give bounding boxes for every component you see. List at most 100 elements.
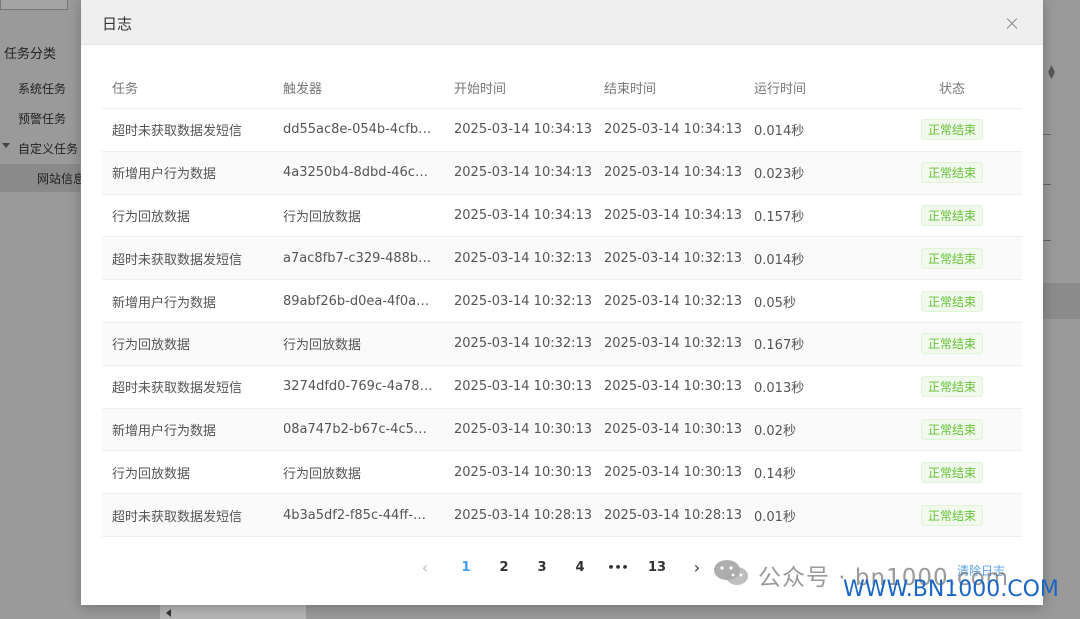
cell-end-time: 2025-03-14 10:28:13 (604, 507, 743, 523)
page-ellipsis[interactable]: ••• (606, 557, 630, 579)
cell-task: 新增用户行为数据 (112, 167, 217, 183)
chevron-right-icon[interactable]: › (687, 557, 707, 579)
cell-end-time: 2025-03-14 10:30:13 (604, 464, 743, 480)
cell-start-time: 2025-03-14 10:32:13 (454, 293, 593, 309)
background-top-box (0, 0, 68, 10)
cell-trigger-text: 4b3a5df2-f85c-44ff-80c... (283, 507, 433, 523)
cell-trigger-text: 89abf26b-d0ea-4f0a-a7... (283, 293, 433, 309)
cell-end-time: 2025-03-14 10:30:13 (604, 379, 743, 395)
wechat-icon (714, 560, 748, 585)
status-badge: 正常结束 (920, 418, 983, 440)
cell-status: 正常结束 (912, 366, 992, 408)
cell-duration: 0.157秒 (754, 209, 805, 225)
page-button-2[interactable]: 2 (494, 557, 514, 579)
page-button-3[interactable]: 3 (532, 557, 552, 579)
page-button-1[interactable]: 1 (456, 557, 476, 579)
cell-start-time: 2025-03-14 10:34:13 (454, 165, 593, 181)
cell-status: 正常结束 (912, 451, 992, 493)
cell-end-time: 2025-03-14 10:34:13 (604, 165, 743, 181)
cell-trigger-text: a7ac8fb7-c329-488b-9... (283, 250, 433, 266)
cell-trigger: 行为回放数据 (283, 451, 433, 493)
cell-end-time: 2025-03-14 10:32:13 (604, 250, 743, 266)
cell-trigger-text: 行为回放数据 (283, 209, 362, 225)
page-button-13[interactable]: 13 (644, 557, 670, 579)
cell-end-time: 2025-03-14 10:34:13 (604, 207, 743, 223)
status-badge: 正常结束 (920, 290, 983, 312)
cell-trigger: 08a747b2-b67c-4c59-8... (283, 409, 433, 451)
background-divider (1043, 134, 1051, 135)
close-icon[interactable] (1001, 13, 1023, 35)
tree-item-system-tasks[interactable]: 系统任务 (18, 80, 66, 97)
status-badge: 正常结束 (920, 333, 983, 355)
cell-status: 正常结束 (912, 152, 992, 194)
column-header-start-time[interactable]: 开始时间 (454, 67, 599, 108)
cell-duration: 0.01秒 (754, 509, 796, 525)
column-header-end-time[interactable]: 结束时间 (604, 67, 749, 108)
horizontal-scrollbar[interactable] (160, 604, 306, 619)
caret-down-icon[interactable] (2, 143, 10, 148)
cell-start-time: 2025-03-14 10:30:13 (454, 379, 593, 395)
log-table: 任务 触发器 开始时间 结束时间 运行时间 状态 超时未获取数据发短信 dd55… (102, 67, 1022, 537)
cell-duration: 0.167秒 (754, 338, 805, 354)
cell-task: 行为回放数据 (112, 338, 191, 354)
cell-task: 新增用户行为数据 (112, 423, 217, 439)
cell-start-time: 2025-03-14 10:32:13 (454, 336, 593, 352)
watermark-url: WWW.BN1000.COM (843, 577, 1059, 602)
status-badge: 正常结束 (920, 376, 983, 398)
tree-item-custom-tasks[interactable]: 自定义任务 (18, 140, 78, 157)
cell-trigger-text: 行为回放数据 (283, 466, 362, 482)
cell-end-time: 2025-03-14 10:30:13 (604, 421, 743, 437)
status-badge: 正常结束 (920, 204, 983, 226)
cell-task: 行为回放数据 (112, 209, 191, 225)
background-divider (1043, 240, 1051, 241)
tree-item-website-info[interactable]: 网站信息 (37, 170, 85, 187)
cell-duration: 0.014秒 (754, 252, 805, 268)
chevron-left-icon[interactable]: ‹ (415, 557, 435, 579)
cell-start-time: 2025-03-14 10:34:13 (454, 122, 593, 138)
log-dialog: 日志 任务 触发器 开始时间 结束时间 运行时间 状态 超时未获取数据发短信 d… (81, 0, 1043, 605)
status-badge: 正常结束 (920, 504, 983, 526)
column-header-duration[interactable]: 运行时间 (754, 67, 854, 108)
cell-task: 超时未获取数据发短信 (112, 252, 243, 268)
cell-duration: 0.013秒 (754, 381, 805, 397)
tree-item-alert-tasks[interactable]: 预警任务 (18, 110, 66, 127)
status-badge: 正常结束 (920, 119, 983, 141)
table-row[interactable]: 行为回放数据 行为回放数据 2025-03-14 10:30:13 2025-0… (102, 451, 1022, 495)
sort-icon[interactable]: ▲ ▼ (1048, 65, 1058, 81)
cell-trigger: 4b3a5df2-f85c-44ff-80c... (283, 494, 433, 536)
cell-duration: 0.014秒 (754, 124, 805, 140)
table-row[interactable]: 行为回放数据 行为回放数据 2025-03-14 10:32:13 2025-0… (102, 322, 1022, 366)
page-button-4[interactable]: 4 (570, 557, 590, 579)
cell-status: 正常结束 (912, 195, 992, 237)
scroll-left-icon[interactable] (166, 609, 171, 617)
column-header-task[interactable]: 任务 (112, 67, 277, 108)
table-row[interactable]: 新增用户行为数据 4a3250b4-8dbd-46c1-9... 2025-03… (102, 151, 1022, 195)
cell-trigger-text: 行为回放数据 (283, 338, 362, 354)
cell-end-time: 2025-03-14 10:32:13 (604, 293, 743, 309)
cell-duration: 0.02秒 (754, 423, 796, 439)
table-row[interactable]: 超时未获取数据发短信 dd55ac8e-054b-4cfb-b... 2025-… (102, 109, 1022, 152)
cell-trigger-text: 08a747b2-b67c-4c59-8... (283, 421, 433, 437)
table-row[interactable]: 行为回放数据 行为回放数据 2025-03-14 10:34:13 2025-0… (102, 195, 1022, 238)
status-badge: 正常结束 (920, 461, 983, 483)
column-header-status[interactable]: 状态 (912, 67, 992, 108)
cell-duration: 0.05秒 (754, 295, 796, 311)
cell-task: 超时未获取数据发短信 (112, 509, 243, 525)
cell-start-time: 2025-03-14 10:30:13 (454, 421, 593, 437)
table-row[interactable]: 新增用户行为数据 89abf26b-d0ea-4f0a-a7... 2025-0… (102, 280, 1022, 323)
dialog-title: 日志 (102, 15, 133, 33)
cell-end-time: 2025-03-14 10:34:13 (604, 122, 743, 138)
column-header-trigger[interactable]: 触发器 (283, 67, 433, 108)
table-row[interactable]: 超时未获取数据发短信 4b3a5df2-f85c-44ff-80c... 202… (102, 494, 1022, 537)
cell-trigger: 行为回放数据 (283, 323, 433, 365)
cell-task: 行为回放数据 (112, 466, 191, 482)
cell-status: 正常结束 (912, 237, 992, 279)
cell-trigger-text: 3274dfd0-769c-4a78-9... (283, 379, 433, 395)
table-row[interactable]: 超时未获取数据发短信 3274dfd0-769c-4a78-9... 2025-… (102, 366, 1022, 409)
cell-start-time: 2025-03-14 10:34:13 (454, 207, 593, 223)
table-row[interactable]: 新增用户行为数据 08a747b2-b67c-4c59-8... 2025-03… (102, 408, 1022, 452)
status-badge: 正常结束 (920, 162, 983, 184)
cell-start-time: 2025-03-14 10:32:13 (454, 250, 593, 266)
table-row[interactable]: 超时未获取数据发短信 a7ac8fb7-c329-488b-9... 2025-… (102, 237, 1022, 281)
cell-status: 正常结束 (912, 323, 992, 365)
